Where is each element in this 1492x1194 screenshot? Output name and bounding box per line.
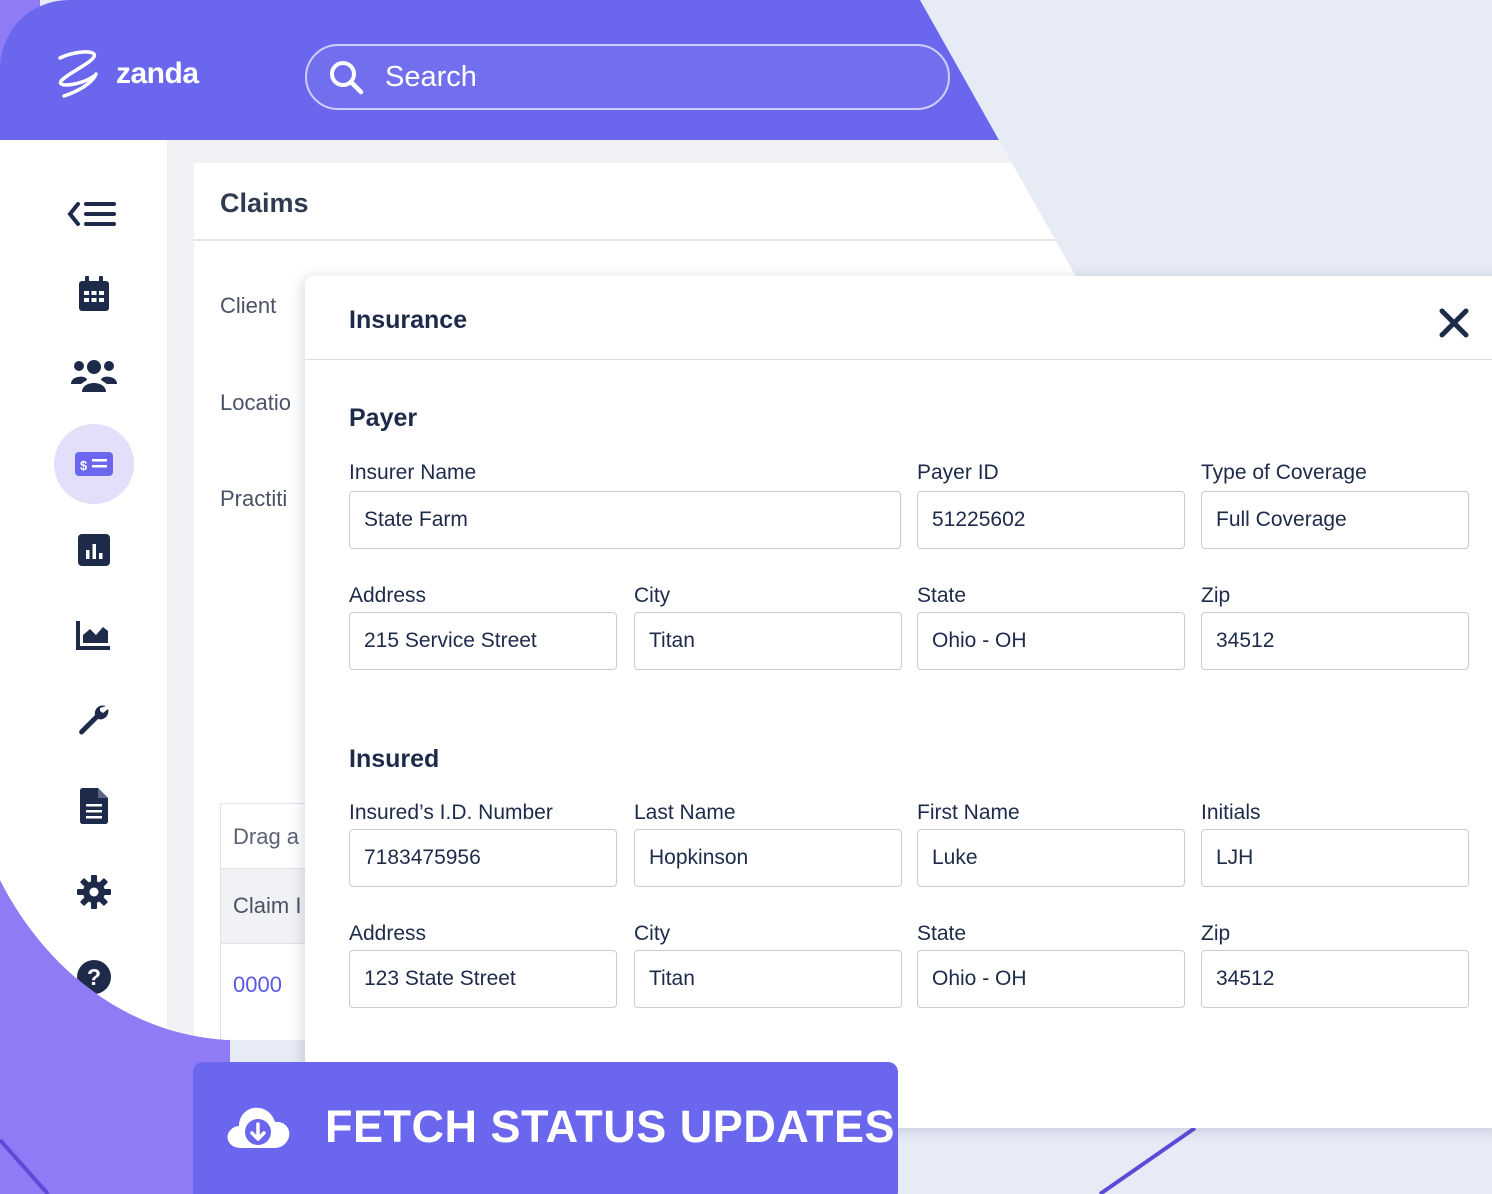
document-icon bbox=[80, 788, 108, 824]
last-name-field[interactable]: Hopkinson bbox=[634, 829, 902, 887]
svg-text:?: ? bbox=[87, 964, 101, 990]
svg-text:$: $ bbox=[80, 458, 88, 473]
payer-id-label: Payer ID bbox=[917, 461, 999, 484]
payer-address-label: Address bbox=[349, 584, 427, 607]
billing-icon: $ bbox=[75, 450, 113, 478]
cloud-download-icon bbox=[227, 1107, 290, 1148]
wrench-icon bbox=[76, 702, 112, 738]
modal-title: Insurance bbox=[349, 306, 468, 334]
payer-section-title: Payer bbox=[349, 404, 418, 432]
location-label: Locatio bbox=[220, 390, 291, 415]
sidebar-item-billing[interactable]: $ bbox=[54, 424, 134, 504]
insured-state-field[interactable]: Ohio - OH bbox=[917, 950, 1185, 1008]
insured-id-field[interactable]: 7183475956 bbox=[349, 829, 617, 887]
search-icon bbox=[327, 58, 365, 96]
insured-address-field[interactable]: 123 State Street bbox=[349, 950, 617, 1008]
sidebar-item-documents[interactable] bbox=[54, 766, 134, 846]
insurer-name-label: Insurer Name bbox=[349, 461, 477, 484]
collapse-menu-icon bbox=[64, 196, 124, 232]
claim-link[interactable]: 0000 bbox=[233, 972, 282, 998]
insured-zip-field[interactable]: 34512 bbox=[1201, 950, 1469, 1008]
calendar-icon bbox=[78, 276, 110, 312]
divider bbox=[194, 239, 1094, 241]
sidebar-item-clients[interactable] bbox=[54, 336, 134, 416]
payer-address-field[interactable]: 215 Service Street bbox=[349, 612, 617, 670]
client-label: Client bbox=[220, 293, 277, 318]
column-header-claim[interactable]: Claim I bbox=[233, 893, 301, 919]
analytics-icon bbox=[76, 619, 112, 651]
insured-address-label: Address bbox=[349, 922, 427, 945]
payer-zip-field[interactable]: 34512 bbox=[1201, 612, 1469, 670]
insured-id-label: Insured’s I.D. Number bbox=[349, 801, 553, 824]
initials-field[interactable]: LJH bbox=[1201, 829, 1469, 887]
zanda-logo-icon bbox=[50, 46, 106, 102]
sidebar-item-reports[interactable] bbox=[54, 510, 134, 590]
insurance-modal: Insurance Payer Insurer Name State Farm … bbox=[305, 276, 1492, 1128]
sidebar-item-settings[interactable] bbox=[54, 852, 134, 932]
collapse-menu-button[interactable] bbox=[54, 174, 134, 254]
reports-icon bbox=[78, 534, 110, 566]
fetch-button-label: FETCH STATUS UPDATES bbox=[325, 1101, 895, 1152]
coverage-label: Type of Coverage bbox=[1201, 461, 1367, 484]
logo[interactable]: zanda bbox=[50, 44, 199, 104]
search-input[interactable]: Search bbox=[305, 44, 950, 110]
first-name-label: First Name bbox=[917, 801, 1020, 824]
insured-city-field[interactable]: Titan bbox=[634, 950, 902, 1008]
modal-header: Insurance bbox=[305, 276, 1492, 360]
app-name: zanda bbox=[116, 57, 199, 90]
payer-zip-label: Zip bbox=[1201, 584, 1231, 607]
gear-icon bbox=[77, 875, 111, 909]
sidebar-item-analytics[interactable] bbox=[54, 595, 134, 675]
insured-section-title: Insured bbox=[349, 745, 440, 773]
payer-state-field[interactable]: Ohio - OH bbox=[917, 612, 1185, 670]
insured-state-label: State bbox=[917, 922, 967, 945]
last-name-label: Last Name bbox=[634, 801, 736, 824]
page-title: Claims bbox=[220, 188, 309, 218]
practitioner-label: Practiti bbox=[220, 486, 288, 511]
close-button[interactable] bbox=[1431, 300, 1477, 346]
sidebar: $ ? bbox=[0, 140, 167, 1040]
insured-zip-label: Zip bbox=[1201, 922, 1231, 945]
payer-city-field[interactable]: Titan bbox=[634, 612, 902, 670]
fetch-status-updates-button[interactable]: FETCH STATUS UPDATES bbox=[193, 1062, 898, 1194]
first-name-field[interactable]: Luke bbox=[917, 829, 1185, 887]
insurer-name-field[interactable]: State Farm bbox=[349, 491, 901, 549]
clients-icon bbox=[71, 358, 117, 394]
insured-city-label: City bbox=[634, 922, 671, 945]
sidebar-item-tools[interactable] bbox=[54, 680, 134, 760]
payer-city-label: City bbox=[634, 584, 671, 607]
payer-state-label: State bbox=[917, 584, 967, 607]
sidebar-item-calendar[interactable] bbox=[54, 254, 134, 334]
search-placeholder: Search bbox=[385, 60, 477, 93]
close-icon bbox=[1439, 308, 1469, 338]
group-drag-hint: Drag a bbox=[233, 824, 300, 849]
payer-id-field[interactable]: 51225602 bbox=[917, 491, 1185, 549]
initials-label: Initials bbox=[1201, 801, 1261, 824]
coverage-field[interactable]: Full Coverage bbox=[1201, 491, 1469, 549]
